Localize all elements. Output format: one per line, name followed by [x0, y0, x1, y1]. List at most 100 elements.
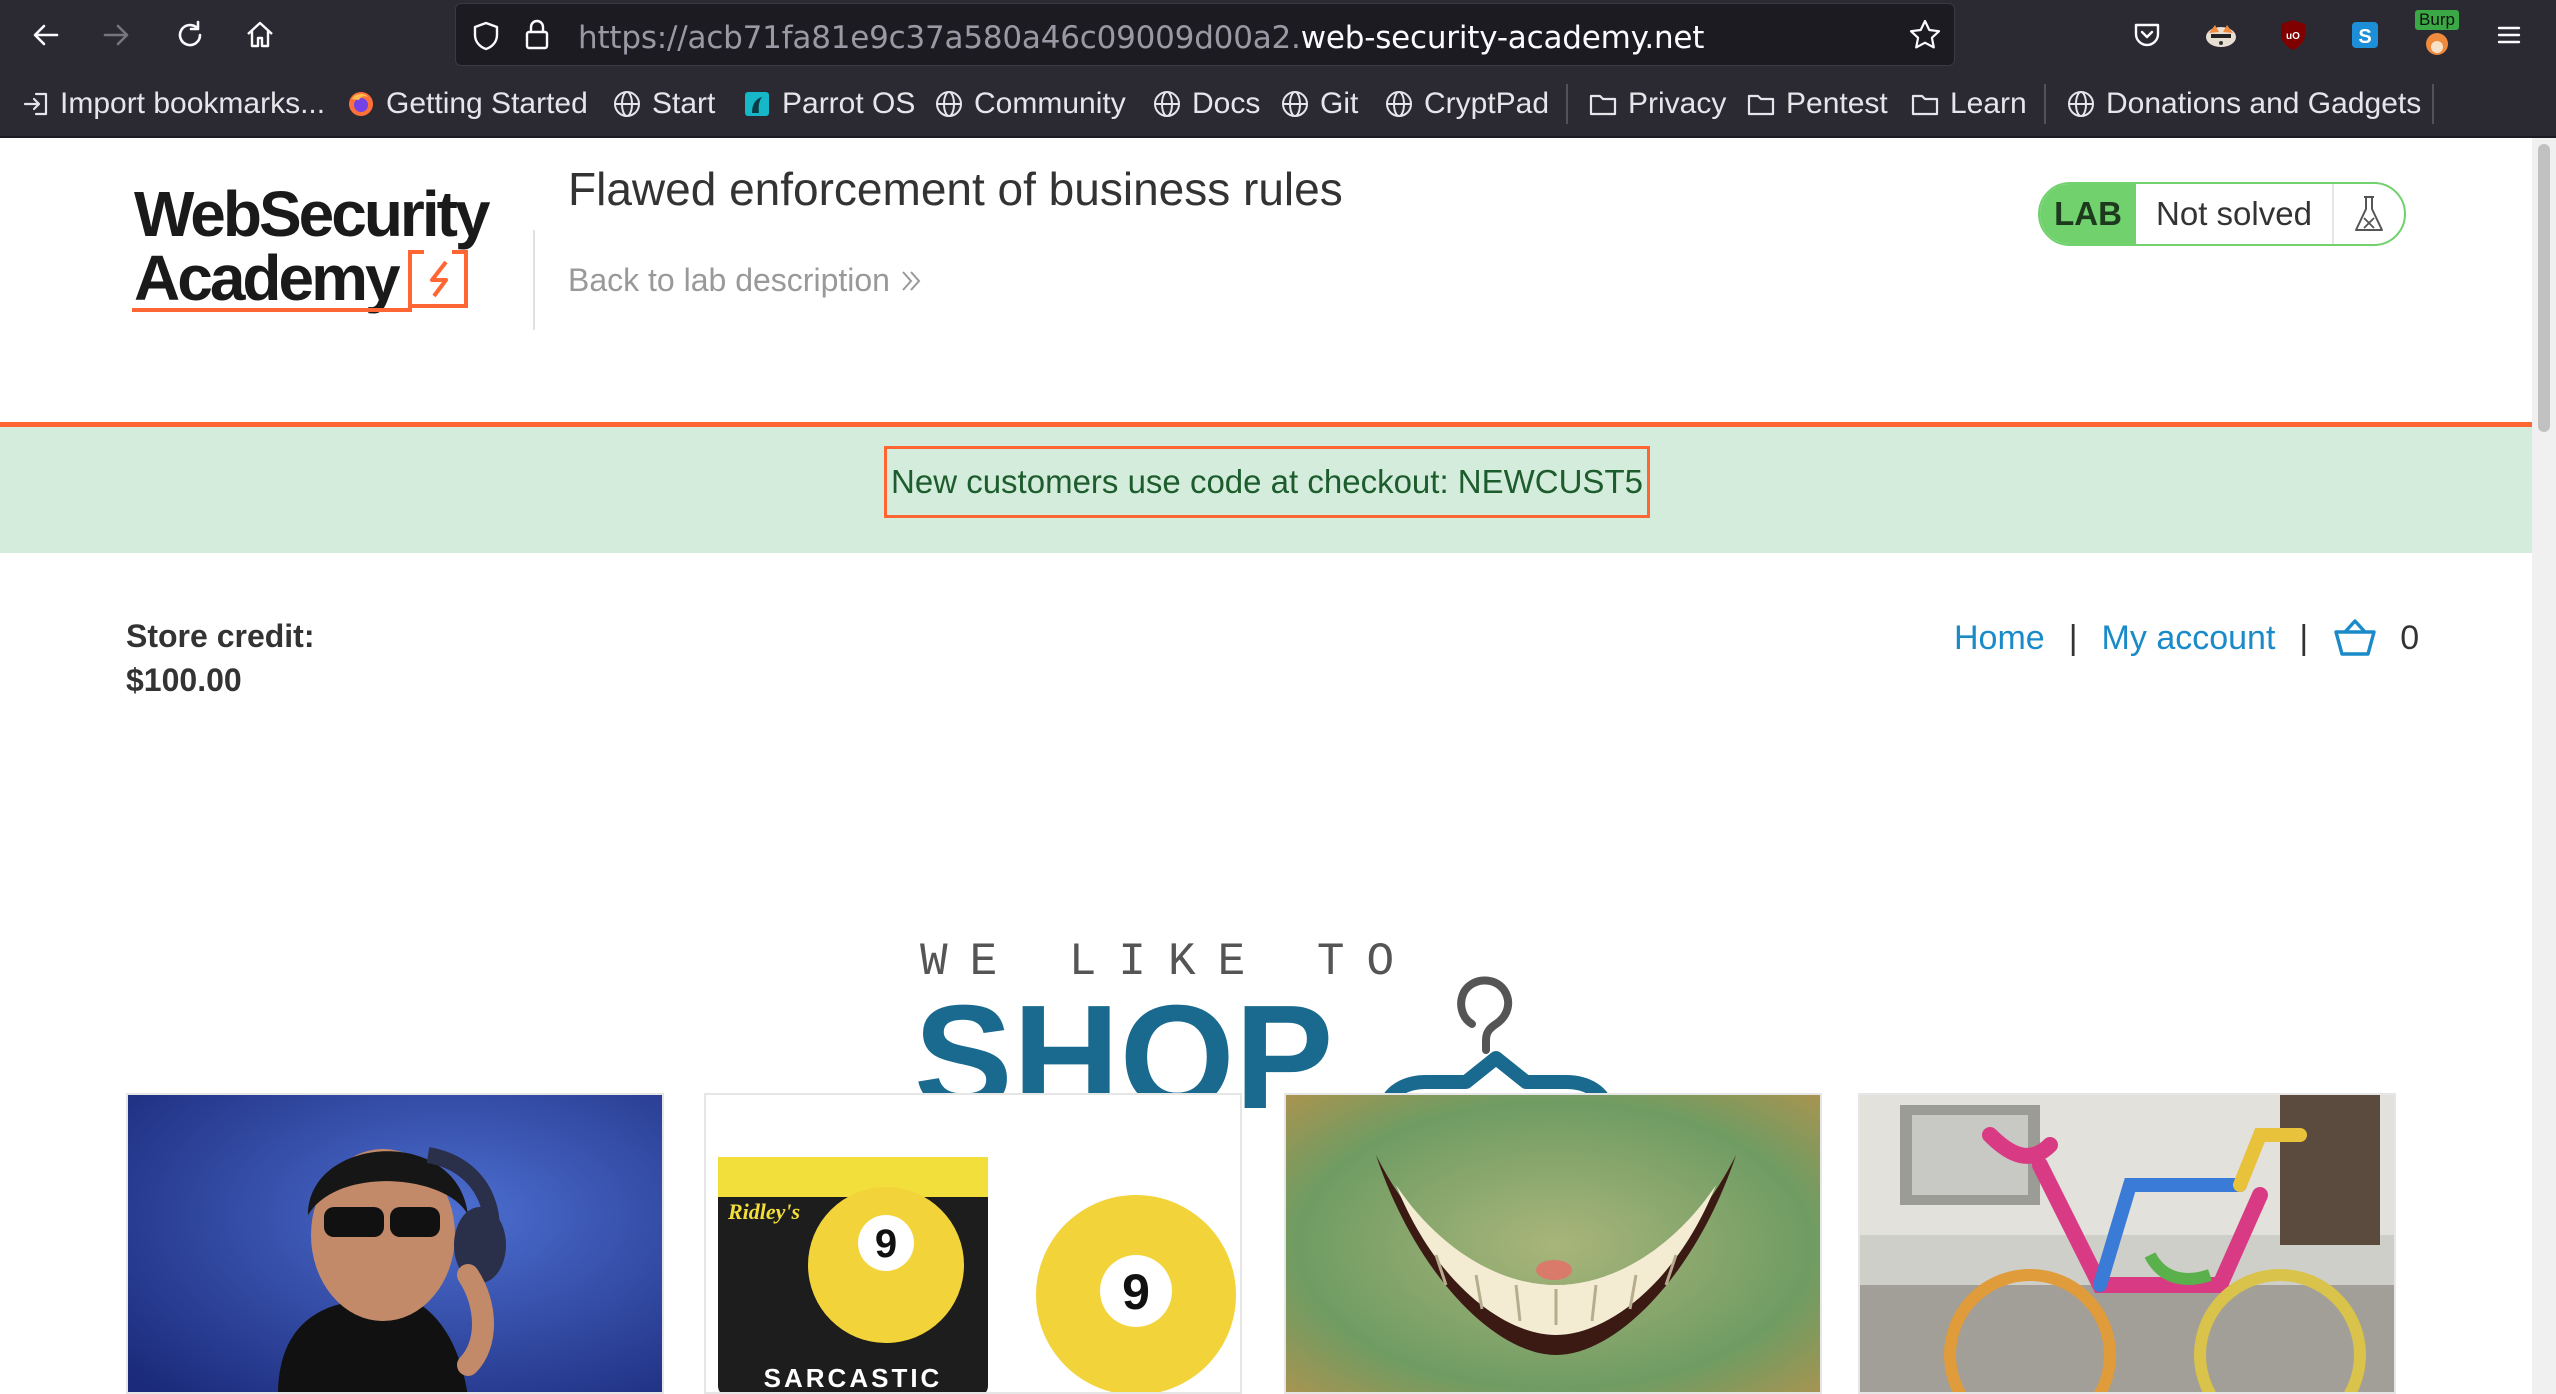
bookmark-label: Privacy [1628, 87, 1727, 120]
url-prefix: https://acb71fa81e9c37a580a46c09009d00a2… [578, 20, 1301, 56]
bookmark-donations[interactable]: Donations and Gadgets [2066, 84, 2421, 124]
shield-icon[interactable] [470, 20, 502, 52]
browser-toolbar: https://acb71fa81e9c37a580a46c09009d00a2… [0, 0, 2556, 70]
arrow-left-icon [33, 24, 59, 46]
reload-icon [178, 20, 202, 47]
star-icon[interactable] [1908, 18, 1942, 52]
bookmark-getting-started[interactable]: Getting Started [346, 84, 588, 124]
coupon-notice: New customers use code at checkout: NEWC… [884, 446, 1650, 518]
folder-icon [1589, 94, 1617, 116]
folder-icon [1911, 94, 1939, 116]
bookmark-label: Learn [1950, 87, 2027, 120]
folder-icon [1747, 94, 1775, 116]
nav-separator: | [2068, 618, 2078, 657]
lab-header: WebSecurity Academy Flawed enforcement o… [0, 138, 2532, 424]
ublock-extension[interactable]: uO [2274, 16, 2312, 54]
scrollbar-thumb[interactable] [2538, 144, 2550, 432]
shopping-cart-icon[interactable] [2332, 618, 2378, 658]
globe-icon [2068, 91, 2094, 117]
bookmark-label: CryptPad [1424, 87, 1550, 120]
bookmark-separator [2432, 84, 2434, 124]
bookmark-label: Import bookmarks... [60, 87, 326, 120]
svg-text:S: S [2358, 26, 2371, 48]
burp-badge: Burp [2415, 10, 2459, 30]
product-card-8-ball[interactable]: Ridley's 9 SARCASTIC 9 [704, 1093, 1242, 1394]
web-security-academy-logo[interactable]: WebSecurity Academy [128, 178, 528, 328]
home-icon [247, 21, 273, 48]
forward-button[interactable] [94, 13, 138, 57]
globe-icon [936, 91, 962, 117]
svg-text:uO: uO [2286, 31, 2300, 42]
s-extension-icon: S [2352, 22, 2378, 48]
ublock-icon: uO [2281, 20, 2305, 50]
bookmark-git[interactable]: Git [1280, 84, 1358, 124]
product-card-headphones[interactable] [126, 1093, 664, 1394]
product-knitted-bike-image [1860, 1095, 2394, 1392]
pocket-icon [2134, 23, 2160, 47]
double-chevron-right-icon [902, 270, 921, 291]
bookmark-label: Start [652, 87, 716, 120]
top-navigation: Home | My account | 0 [1954, 616, 2419, 660]
fox-icon [2206, 25, 2236, 47]
lab-flask-button[interactable] [2334, 184, 2404, 244]
globe-icon [1282, 91, 1308, 117]
box-brand-text: Ridley's [727, 1199, 800, 1224]
nav-separator: | [2299, 618, 2309, 657]
url-text[interactable]: https://acb71fa81e9c37a580a46c09009d00a2… [578, 20, 1704, 56]
back-to-lab-description-link[interactable]: Back to lab description [568, 262, 924, 299]
burp-extension[interactable]: Burp [2415, 4, 2459, 64]
hamburger-menu-icon [2497, 26, 2521, 44]
lab-badge: LAB [2040, 184, 2136, 244]
bookmark-folder-pentest[interactable]: Pentest [1746, 84, 1888, 124]
burp-fox-icon [2426, 33, 2448, 55]
back-link-label: Back to lab description [568, 262, 890, 298]
import-icon [23, 92, 48, 116]
product-card-grin[interactable] [1284, 1093, 1822, 1394]
url-bar[interactable]: https://acb71fa81e9c37a580a46c09009d00a2… [455, 3, 1955, 66]
logo-line1: WebSecurity [134, 178, 491, 250]
menu-button[interactable] [2490, 16, 2528, 54]
bookmark-community[interactable]: Community [934, 84, 1126, 124]
bookmark-label: Getting Started [386, 87, 588, 120]
bookmark-folder-privacy[interactable]: Privacy [1588, 84, 1726, 124]
my-account-link[interactable]: My account [2102, 619, 2276, 658]
foxyproxy-extension[interactable] [2202, 16, 2240, 54]
bookmark-label: Git [1320, 87, 1359, 120]
ball-number: 9 [1122, 1264, 1150, 1320]
bookmark-separator [2044, 84, 2046, 124]
lock-icon[interactable] [522, 18, 552, 52]
product-grin-image [1286, 1095, 1820, 1392]
globe-icon [1386, 91, 1412, 117]
bookmark-separator [1566, 84, 1568, 124]
reload-button[interactable] [168, 13, 212, 57]
lab-status-text: Not solved [2136, 184, 2334, 244]
page-scrollbar[interactable] [2532, 138, 2556, 1394]
bookmark-label: Docs [1192, 87, 1261, 120]
bookmark-folder-learn[interactable]: Learn [1910, 84, 2027, 124]
bookmark-cryptpad[interactable]: CryptPad [1384, 84, 1549, 124]
bookmark-docs[interactable]: Docs [1152, 84, 1260, 124]
firefox-icon [349, 92, 373, 116]
globe-icon [1154, 91, 1180, 117]
product-8-ball-image: Ridley's 9 SARCASTIC 9 [706, 1095, 1240, 1392]
home-link[interactable]: Home [1954, 619, 2045, 658]
lab-title: Flawed enforcement of business rules [568, 163, 1343, 215]
lab-status-widget: LAB Not solved [2038, 182, 2406, 246]
back-button[interactable] [24, 13, 68, 57]
pocket-button[interactable] [2128, 16, 2166, 54]
url-domain: web-security-academy.net [1300, 20, 1705, 56]
logo-divider [533, 230, 535, 330]
bookmark-start[interactable]: Start [612, 84, 715, 124]
bookmark-label: Pentest [1786, 87, 1888, 120]
web-page: WebSecurity Academy Flawed enforcement o… [0, 138, 2532, 1394]
bookmark-parrot-os[interactable]: Parrot OS [742, 84, 915, 124]
bookmark-import[interactable]: Import bookmarks... [22, 84, 325, 124]
bookmarks-toolbar: Import bookmarks... Getting Started Star… [0, 70, 2556, 138]
globe-icon [614, 91, 640, 117]
home-button[interactable] [238, 13, 282, 57]
bookmark-label: Parrot OS [782, 87, 916, 120]
flask-icon [2355, 196, 2383, 231]
stylus-extension[interactable]: S [2346, 16, 2384, 54]
bookmark-label: Donations and Gadgets [2106, 87, 2422, 120]
product-card-knitted-bike[interactable] [1858, 1093, 2396, 1394]
